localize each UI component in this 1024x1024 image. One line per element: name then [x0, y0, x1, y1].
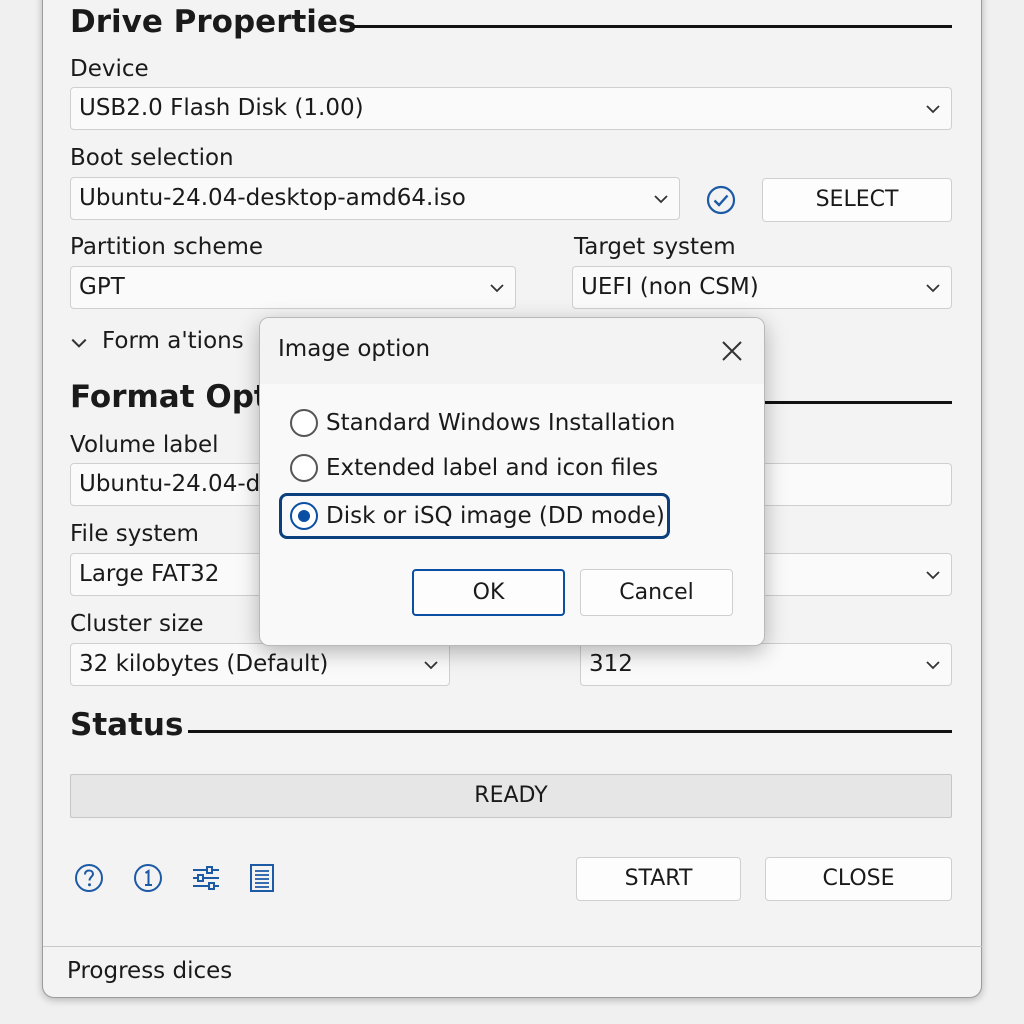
- ok-button[interactable]: OK: [412, 569, 565, 616]
- image-option-dialog: Image option Standard Windows Installati…: [259, 317, 765, 646]
- secondary-option-dropdown[interactable]: 312: [580, 643, 952, 686]
- device-value: USB2.0 Flash Disk (1.00): [79, 95, 364, 121]
- footer-separator: [43, 946, 982, 947]
- volume-label-value: Ubuntu-24.04-de: [79, 471, 275, 497]
- partition-scheme-label: Partition scheme: [70, 234, 264, 260]
- secondary-option-value: 312: [589, 651, 633, 677]
- close-icon[interactable]: [721, 340, 743, 362]
- dialog-title: Image option: [278, 336, 431, 362]
- format-options-rule: [765, 401, 952, 404]
- radio-circle-selected: [290, 502, 318, 530]
- target-system-label: Target system: [574, 234, 736, 260]
- check-circle-icon[interactable]: [705, 184, 737, 216]
- file-system-value: Large FAT32: [79, 561, 220, 587]
- partition-scheme-dropdown[interactable]: GPT: [70, 266, 516, 309]
- advanced-toggle-label: Form a'tions: [102, 328, 244, 354]
- help-icon[interactable]: [73, 862, 105, 894]
- drive-properties-rule: [353, 25, 952, 28]
- volume-label-label: Volume label: [70, 432, 219, 458]
- chevron-down-icon: [71, 338, 87, 348]
- chevron-down-icon: [654, 195, 668, 204]
- boot-selection-dropdown[interactable]: Ubuntu-24.04-desktop-amd64.iso: [70, 177, 680, 220]
- radio-label: Disk or iSQ image (DD mode): [326, 503, 665, 529]
- target-system-value: UEFI (non CSM): [581, 274, 759, 300]
- status-heading: Status: [70, 707, 184, 743]
- cluster-size-value: 32 kilobytes (Default): [79, 651, 329, 677]
- boot-selection-value: Ubuntu-24.04-desktop-amd64.iso: [79, 185, 466, 211]
- radio-label: Standard Windows Installation: [326, 410, 676, 436]
- format-options-heading: Format Opti: [70, 379, 280, 415]
- chevron-down-icon: [490, 284, 504, 293]
- partition-scheme-value: GPT: [79, 274, 125, 300]
- boot-selection-label: Boot selection: [70, 145, 234, 171]
- device-dropdown[interactable]: USB2.0 Flash Disk (1.00): [70, 87, 952, 130]
- sliders-icon[interactable]: [190, 862, 222, 894]
- file-system-label: File system: [70, 521, 199, 547]
- log-icon[interactable]: [246, 862, 278, 894]
- chevron-down-icon: [424, 661, 438, 670]
- start-button[interactable]: START: [576, 857, 741, 901]
- radio-circle: [290, 409, 318, 437]
- cancel-button[interactable]: Cancel: [580, 569, 733, 616]
- chevron-down-icon: [926, 105, 940, 114]
- info-icon[interactable]: [132, 862, 164, 894]
- target-system-dropdown[interactable]: UEFI (non CSM): [572, 266, 952, 309]
- chevron-down-icon: [926, 284, 940, 293]
- radio-dot: [298, 510, 310, 522]
- status-bar: READY: [70, 774, 952, 818]
- radio-circle: [290, 454, 318, 482]
- device-label: Device: [70, 56, 149, 82]
- close-button[interactable]: CLOSE: [765, 857, 952, 901]
- status-rule: [188, 730, 952, 733]
- footer-status-text: Progress dices: [67, 958, 233, 984]
- chevron-down-icon: [926, 571, 940, 580]
- drive-properties-heading: Drive Properties: [70, 4, 357, 40]
- radio-label: Extended label and icon files: [326, 455, 659, 481]
- chevron-down-icon: [926, 661, 940, 670]
- cluster-size-label: Cluster size: [70, 611, 204, 637]
- select-button[interactable]: SELECT: [762, 178, 952, 222]
- cluster-size-dropdown[interactable]: 32 kilobytes (Default): [70, 643, 450, 686]
